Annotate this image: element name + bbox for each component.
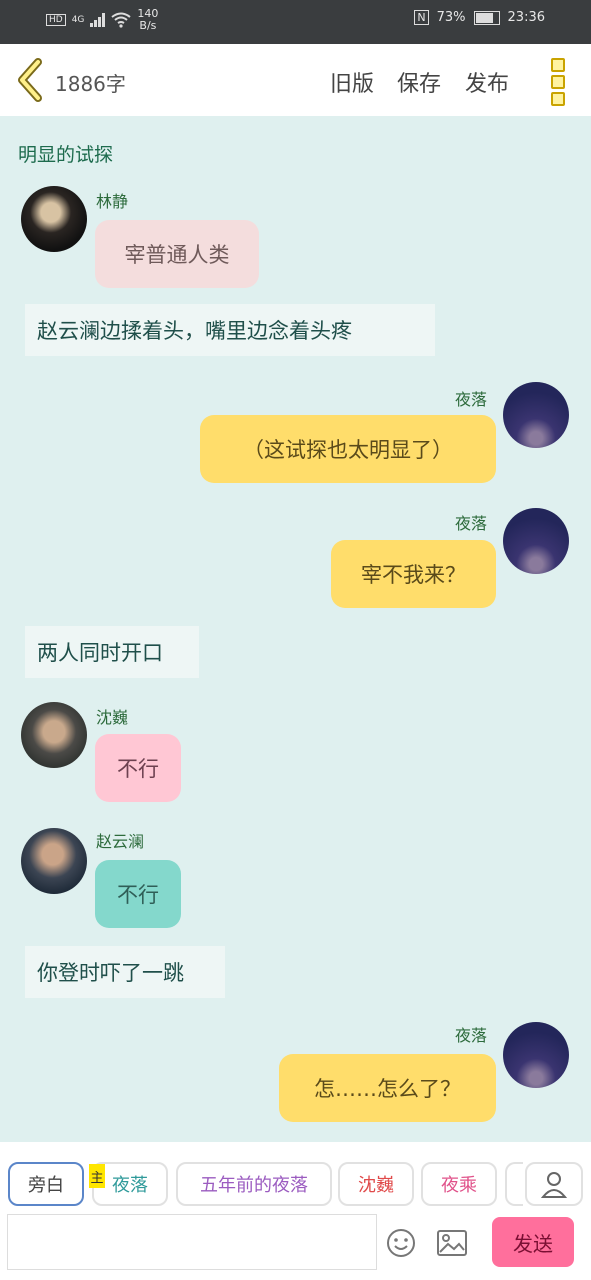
image-button[interactable] [436,1228,468,1262]
avatar[interactable] [503,382,569,448]
avatar[interactable] [503,1022,569,1088]
network-speed: 140 B/s [137,8,158,32]
speed-unit: B/s [139,19,157,32]
character-name: 沈巍 [96,708,129,727]
status-right: N 73% 23:36 [414,10,545,25]
more-menu-button[interactable] [548,56,568,106]
publish-button[interactable]: 发布 [465,66,509,98]
network-type: 4G [71,15,85,25]
smiley-icon [387,1229,415,1257]
avatar[interactable] [503,508,569,574]
image-icon [437,1230,467,1256]
composer: 旁白 夜落 主 五年前的夜落 沈巍 夜乘 发送 [0,1142,591,1280]
scene-title: 明显的试探 [18,144,114,166]
old-version-button[interactable]: 旧版 [330,66,374,98]
back-button[interactable] [10,56,50,104]
character-name: 夜落 [455,1026,488,1045]
role-chip-partial[interactable] [505,1162,523,1206]
status-bar: HD 4G 140 B/s N 73% 23:36 [0,0,591,44]
message-bubble[interactable]: 宰不我来？ [331,540,496,608]
message-bubble[interactable]: （这试探也太明显了） [200,415,496,483]
clock: 23:36 [507,10,545,25]
more-vertical-icon [548,56,568,106]
chevron-left-icon [18,58,42,102]
main-role-tag: 主 [89,1164,105,1188]
message-bubble[interactable]: 不行 [95,734,181,802]
role-chip-narrator[interactable]: 旁白 [8,1162,84,1206]
chat-area[interactable]: 明显的试探 林静 宰普通人类 赵云澜边揉着头，嘴里边念着头疼 夜落 （这试探也太… [0,116,591,1142]
message-input[interactable] [7,1214,377,1270]
character-manager-button[interactable] [525,1162,583,1206]
send-button[interactable]: 发送 [492,1217,574,1267]
role-chip[interactable]: 五年前的夜落 [176,1162,332,1206]
nfc-icon: N [414,10,429,25]
status-left: HD 4G 140 B/s [46,8,158,32]
editor-toolbar: 1886字 旧版 保存 发布 [0,44,591,116]
battery-icon [473,10,500,25]
narration-bubble[interactable]: 赵云澜边揉着头，嘴里边念着头疼 [25,304,435,356]
message-bubble[interactable]: 不行 [95,860,181,928]
character-name: 夜落 [455,390,488,409]
message-bubble[interactable]: 怎……怎么了？ [279,1054,496,1122]
narration-bubble[interactable]: 两人同时开口 [25,626,199,678]
signal-icon [90,13,106,27]
avatar[interactable] [21,186,87,252]
hd-indicator: HD [46,14,66,26]
character-name: 夜落 [455,514,488,533]
role-chip[interactable]: 夜乘 [421,1162,497,1206]
person-icon [541,1172,567,1198]
avatar[interactable] [21,702,87,768]
character-name: 赵云澜 [96,832,145,851]
word-count: 1886字 [55,72,126,96]
character-name: 林静 [96,192,129,211]
message-bubble[interactable]: 宰普通人类 [95,220,259,288]
emoji-button[interactable] [386,1228,416,1262]
avatar[interactable] [21,828,87,894]
narration-bubble[interactable]: 你登时吓了一跳 [25,946,225,998]
battery-percent: 73% [436,10,466,25]
save-button[interactable]: 保存 [397,66,441,98]
role-chip[interactable]: 沈巍 [338,1162,414,1206]
wifi-icon [111,12,132,28]
